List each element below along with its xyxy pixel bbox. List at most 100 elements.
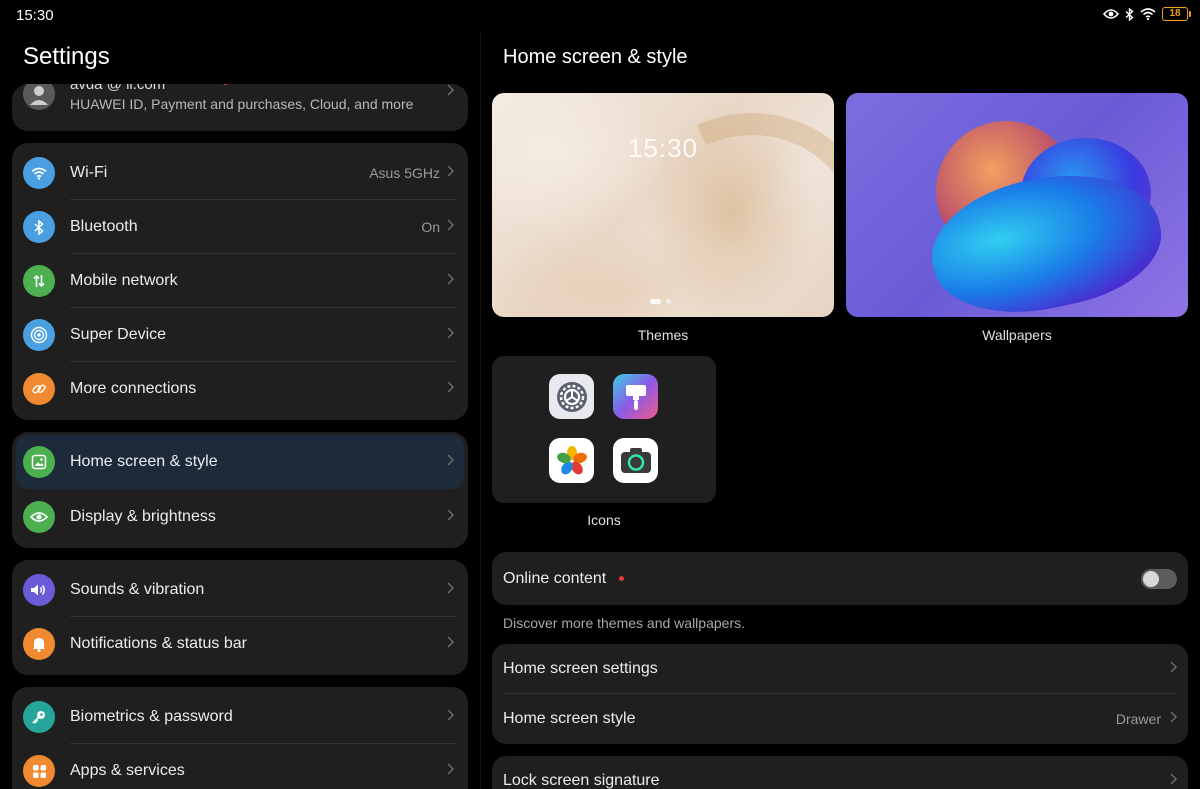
detail-title: Home screen & style <box>503 46 688 68</box>
super-device-icon <box>23 319 55 351</box>
chevron-right-icon <box>1170 710 1177 728</box>
home-screen-style-row[interactable]: Home screen style Drawer <box>492 694 1188 744</box>
wallpapers-tile[interactable] <box>846 93 1188 317</box>
sidebar-item-label: Super Device <box>70 326 167 343</box>
wifi-icon <box>1140 8 1156 20</box>
display-group[interactable]: Home screen & style Display & brightness <box>12 432 468 548</box>
theme-preview-swoop <box>585 93 834 317</box>
security-group[interactable]: Biometrics & password Apps & services <box>12 687 468 789</box>
photos-app-icon <box>549 438 594 483</box>
detail-pane[interactable]: Home screen & style 15:30 Themes Wallpap… <box>481 32 1200 789</box>
icons-label: Icons <box>587 512 621 528</box>
apps-icon <box>23 755 55 787</box>
account-name: avda @ li.com <box>70 84 166 93</box>
theme-preview-clock: 15:30 <box>627 133 699 163</box>
home-screen-settings-label: Home screen settings <box>503 660 658 677</box>
chevron-right-icon <box>447 380 454 398</box>
wifi-network-value: Asus 5GHz <box>369 165 440 181</box>
page-title: Settings <box>23 43 110 70</box>
sidebar-item-label: Bluetooth <box>70 218 138 235</box>
themes-tile[interactable]: 15:30 <box>492 93 834 317</box>
account-subtitle: HUAWEI ID, Payment and purchases, Cloud,… <box>70 96 414 112</box>
sidebar-item-label: Apps & services <box>70 762 185 779</box>
sidebar-item-notifications[interactable]: Notifications & status bar <box>12 617 468 671</box>
chevron-right-icon <box>1170 772 1177 789</box>
sidebar-item-more-connections[interactable]: More connections <box>12 362 468 416</box>
connectivity-group[interactable]: Wi-Fi Asus 5GHz Bluetooth On Mobile netw… <box>12 143 468 420</box>
key-icon <box>23 701 55 733</box>
sidebar-item-label: Display & brightness <box>70 508 216 525</box>
home-screen-style-value: Drawer <box>1115 711 1161 727</box>
sidebar-item-home-screen-style[interactable]: Home screen & style <box>16 435 464 489</box>
home-screen-card[interactable]: Home screen settings Home screen style D… <box>492 644 1188 744</box>
chevron-right-icon <box>447 272 454 290</box>
status-bar: 15:30 18 <box>0 0 1200 32</box>
chevron-right-icon <box>447 218 454 236</box>
bluetooth-icon <box>1125 7 1134 21</box>
sidebar-item-apps-services[interactable]: Apps & services <box>12 744 468 789</box>
page-indicator <box>650 299 671 304</box>
chevron-right-icon <box>447 84 454 101</box>
sound-group[interactable]: Sounds & vibration Notifications & statu… <box>12 560 468 675</box>
lock-screen-card[interactable]: Lock screen signature <box>492 756 1188 789</box>
chevron-right-icon <box>1170 660 1177 678</box>
battery-icon: 18 <box>1162 7 1191 21</box>
bluetooth-icon <box>23 211 55 243</box>
sidebar-item-label: Sounds & vibration <box>70 581 205 598</box>
sidebar-item-wifi[interactable]: Wi-Fi Asus 5GHz <box>12 146 468 200</box>
camera-app-icon <box>613 438 658 483</box>
page-dot <box>666 299 671 304</box>
icons-tile[interactable] <box>492 356 716 503</box>
chevron-right-icon <box>447 708 454 726</box>
sidebar-item-label: Mobile network <box>70 272 178 289</box>
account-row[interactable]: avda @ li.com HUAWEI ID, Payment and pur… <box>12 84 468 130</box>
settings-app-icon <box>549 374 594 419</box>
sidebar-item-display-brightness[interactable]: Display & brightness <box>12 490 468 544</box>
chevron-right-icon <box>447 164 454 182</box>
status-time: 15:30 <box>16 7 54 24</box>
avatar <box>23 84 55 110</box>
home-screen-settings-row[interactable]: Home screen settings <box>492 644 1188 694</box>
chevron-right-icon <box>447 508 454 526</box>
wifi-icon <box>23 157 55 189</box>
sidebar-item-super-device[interactable]: Super Device <box>12 308 468 362</box>
online-content-card[interactable]: Online content <box>492 552 1188 605</box>
online-content-hint: Discover more themes and wallpapers. <box>503 615 745 631</box>
chevron-right-icon <box>447 581 454 599</box>
notification-dot <box>619 576 624 581</box>
chevron-right-icon <box>447 762 454 780</box>
home-screen-style-label: Home screen style <box>503 710 636 727</box>
chevron-right-icon <box>447 635 454 653</box>
sidebar-item-label: Home screen & style <box>70 453 218 470</box>
sidebar-item-label: More connections <box>70 380 197 397</box>
page-dot-active <box>650 299 661 304</box>
bluetooth-status-value: On <box>421 219 440 235</box>
online-content-label: Online content <box>503 569 607 587</box>
lock-screen-signature-row[interactable]: Lock screen signature <box>492 756 1188 789</box>
sidebar-item-label: Wi-Fi <box>70 164 108 181</box>
settings-list-pane[interactable]: Settings avda @ li.com HUAWEI ID, Paymen… <box>0 32 480 789</box>
eye-icon <box>23 501 55 533</box>
sidebar-item-sounds-vibration[interactable]: Sounds & vibration <box>12 563 468 617</box>
battery-level: 18 <box>1169 8 1181 19</box>
lock-screen-signature-label: Lock screen signature <box>503 772 660 789</box>
notification-dot <box>223 84 228 85</box>
link-icon <box>23 373 55 405</box>
mobile-network-icon <box>23 265 55 297</box>
sidebar-item-label: Biometrics & password <box>70 708 233 725</box>
online-content-toggle[interactable] <box>1141 568 1177 589</box>
themes-label: Themes <box>637 327 689 343</box>
sidebar-item-biometrics-password[interactable]: Biometrics & password <box>12 690 468 744</box>
sidebar-item-label: Notifications & status bar <box>70 635 247 652</box>
sidebar-item-mobile-network[interactable]: Mobile network <box>12 254 468 308</box>
wallpapers-label: Wallpapers <box>982 327 1052 343</box>
sidebar-item-bluetooth[interactable]: Bluetooth On <box>12 200 468 254</box>
status-icons: 18 <box>1103 7 1191 21</box>
themes-app-icon <box>613 374 658 419</box>
online-content-row[interactable]: Online content <box>492 552 1188 605</box>
chevron-right-icon <box>447 326 454 344</box>
eye-icon <box>1103 8 1119 20</box>
bell-icon <box>23 628 55 660</box>
speaker-icon <box>23 574 55 606</box>
account-card[interactable]: avda @ li.com HUAWEI ID, Payment and pur… <box>12 84 468 131</box>
